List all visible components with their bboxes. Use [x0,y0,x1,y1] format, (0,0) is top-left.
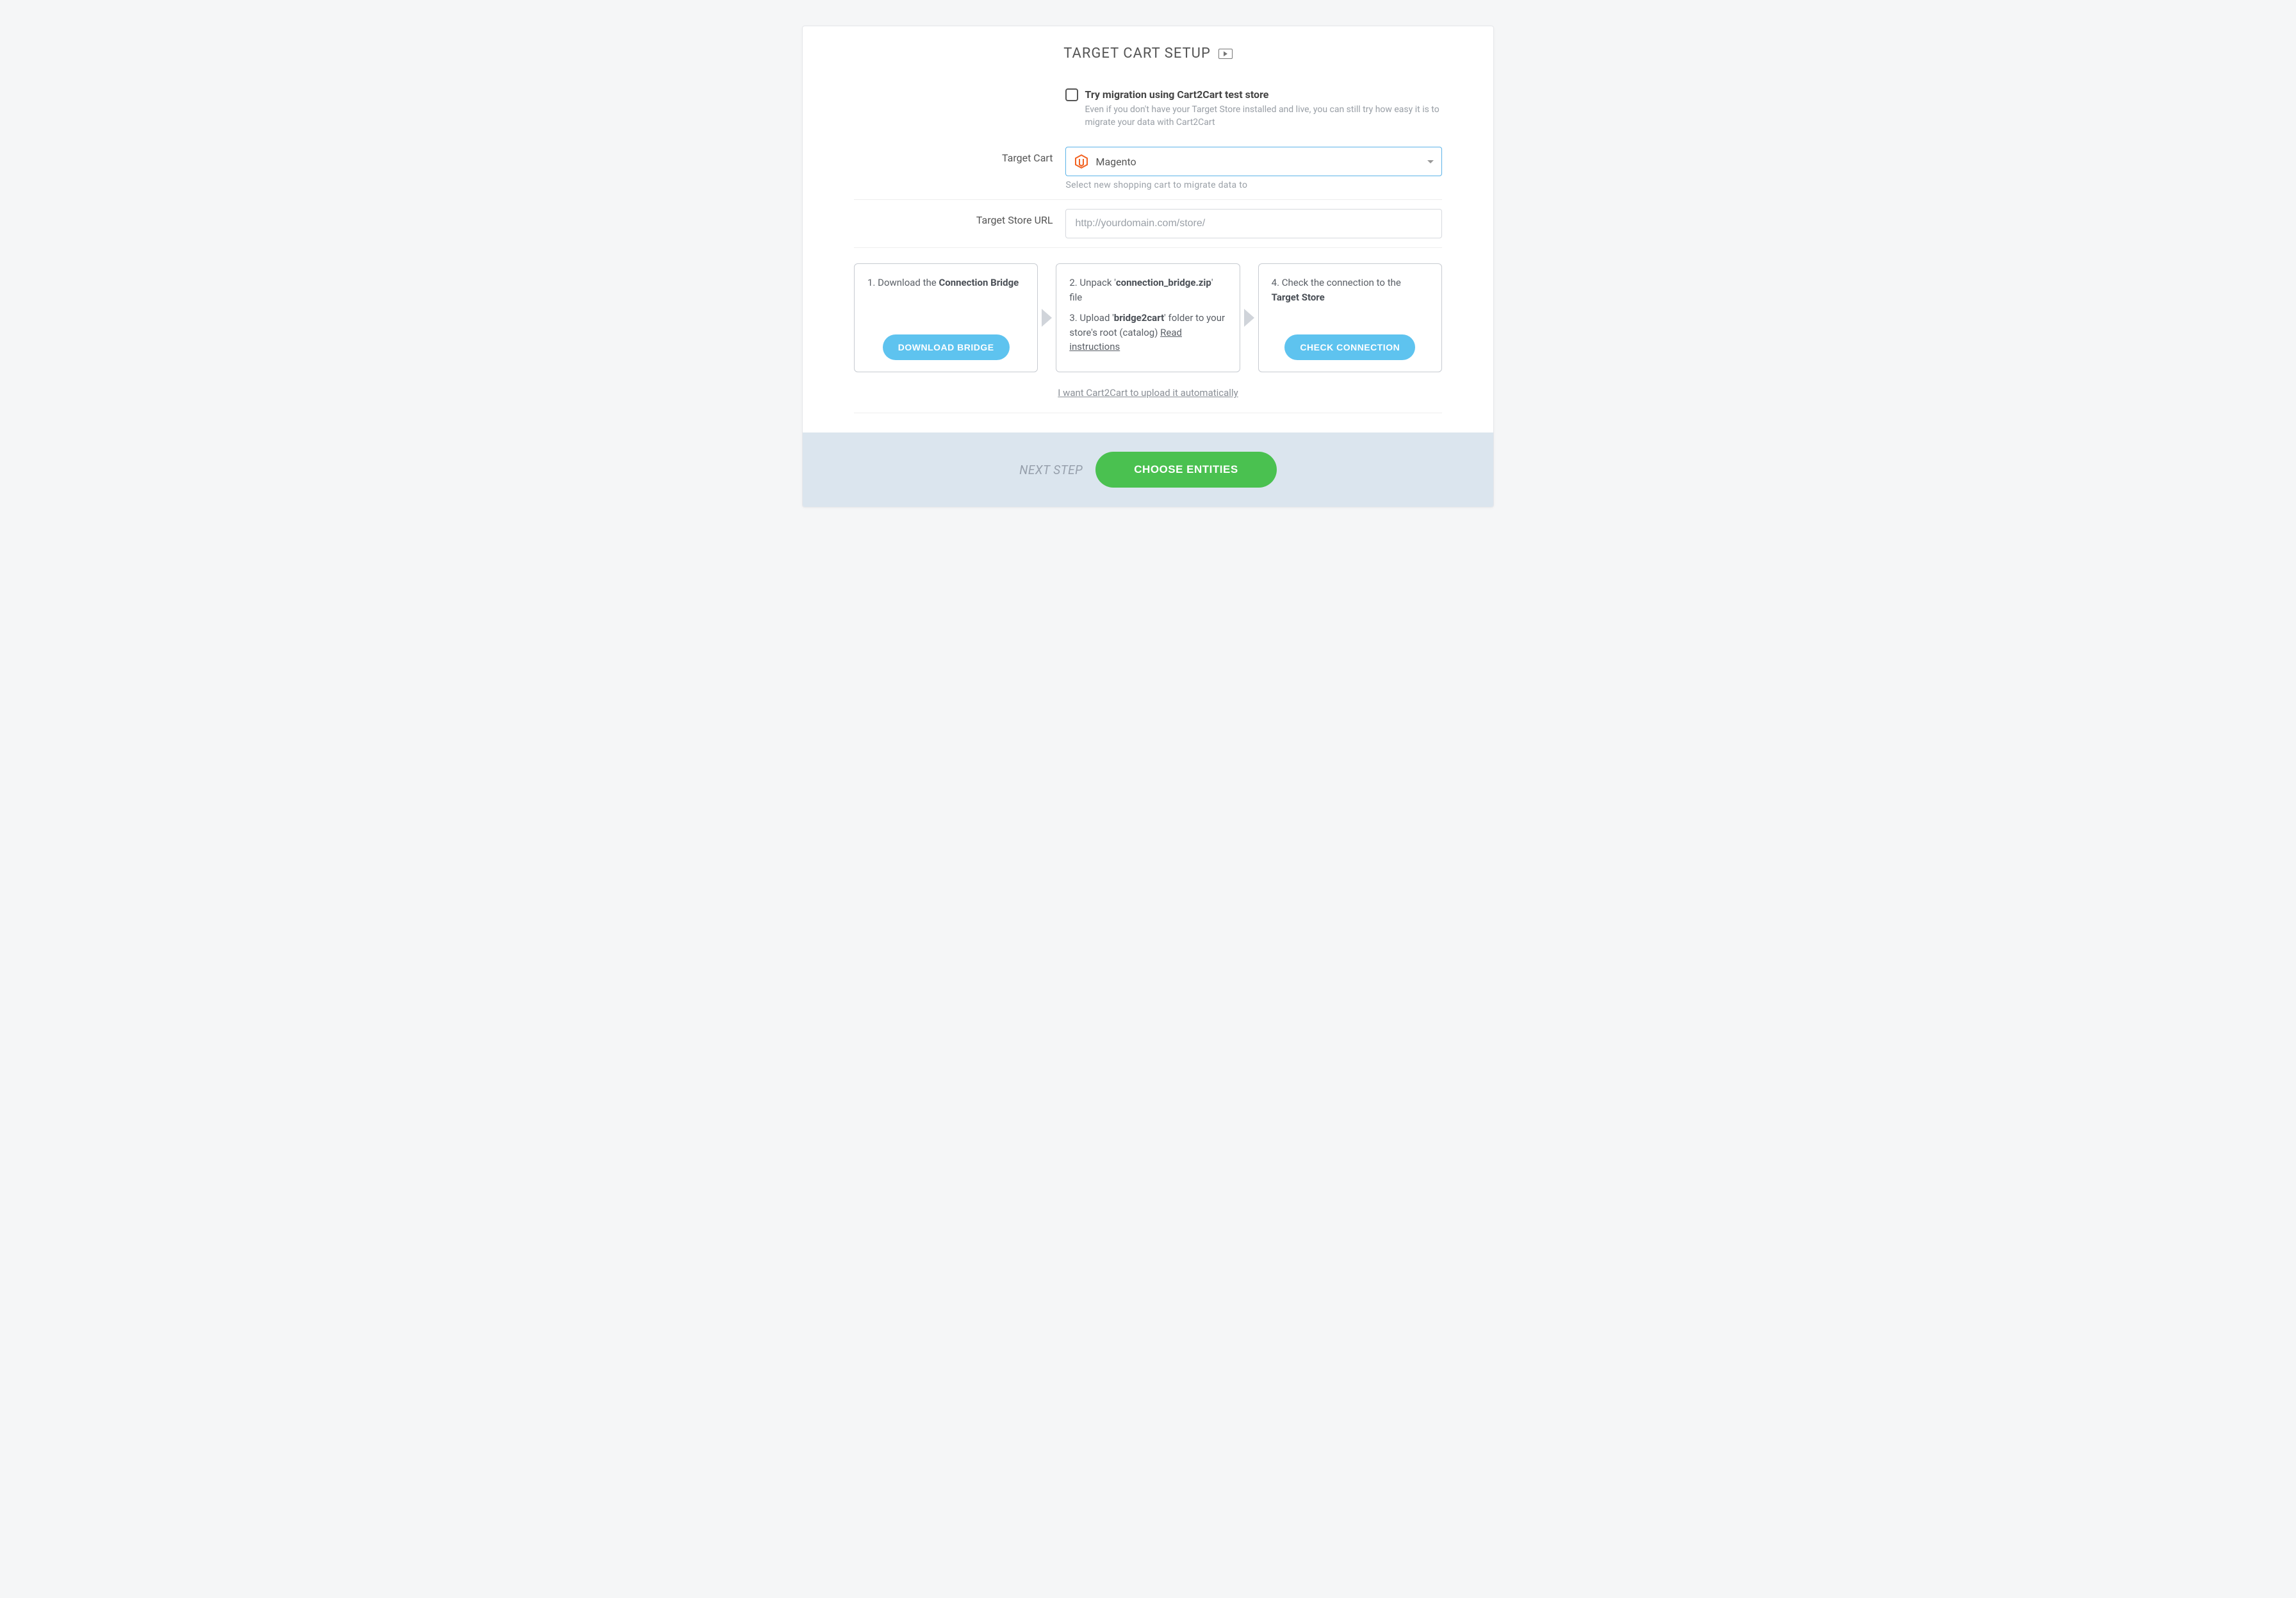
step-download: 1. Download the Connection Bridge DOWNLO… [854,263,1038,372]
step4-text: 4. Check the connection to the [1272,277,1401,288]
chevron-right-icon [1042,309,1052,327]
target-cart-label: Target Cart [854,147,1065,164]
magento-icon [1074,154,1089,169]
target-cart-value: Magento [1095,156,1427,168]
step-check: 4. Check the connection to the Target St… [1258,263,1442,372]
choose-entities-button[interactable]: CHOOSE ENTITIES [1095,452,1276,488]
download-bridge-button[interactable]: DOWNLOAD BRIDGE [883,334,1010,360]
test-store-label: Try migration using Cart2Cart test store [1085,88,1268,101]
setup-card: TARGET CART SETUP Try migration using Ca… [802,26,1494,507]
chevron-down-icon [1427,160,1434,163]
test-store-hint: Even if you don't have your Target Store… [1085,104,1442,129]
target-cart-hint: Select new shopping cart to migrate data… [1065,180,1442,190]
footer-bar: NEXT STEP CHOOSE ENTITIES [803,432,1493,507]
next-step-label: NEXT STEP [1019,463,1083,477]
test-store-checkbox[interactable] [1065,88,1078,101]
step1-bold: Connection Bridge [939,277,1019,288]
chevron-right-icon [1244,309,1254,327]
steps-row: 1. Download the Connection Bridge DOWNLO… [854,263,1442,372]
check-connection-button[interactable]: CHECK CONNECTION [1284,334,1415,360]
target-url-label: Target Store URL [854,209,1065,226]
video-icon[interactable] [1218,49,1233,59]
target-cart-select[interactable]: Magento [1065,147,1442,176]
auto-upload-link[interactable]: I want Cart2Cart to upload it automatica… [1058,387,1238,399]
step4-bold: Target Store [1272,292,1325,303]
page-title: TARGET CART SETUP [1063,45,1211,62]
step-unpack-upload: 2. Unpack 'connection_bridge.zip' file 3… [1056,263,1240,372]
step1-text: 1. Download the [867,277,939,288]
target-url-input[interactable] [1065,209,1442,238]
